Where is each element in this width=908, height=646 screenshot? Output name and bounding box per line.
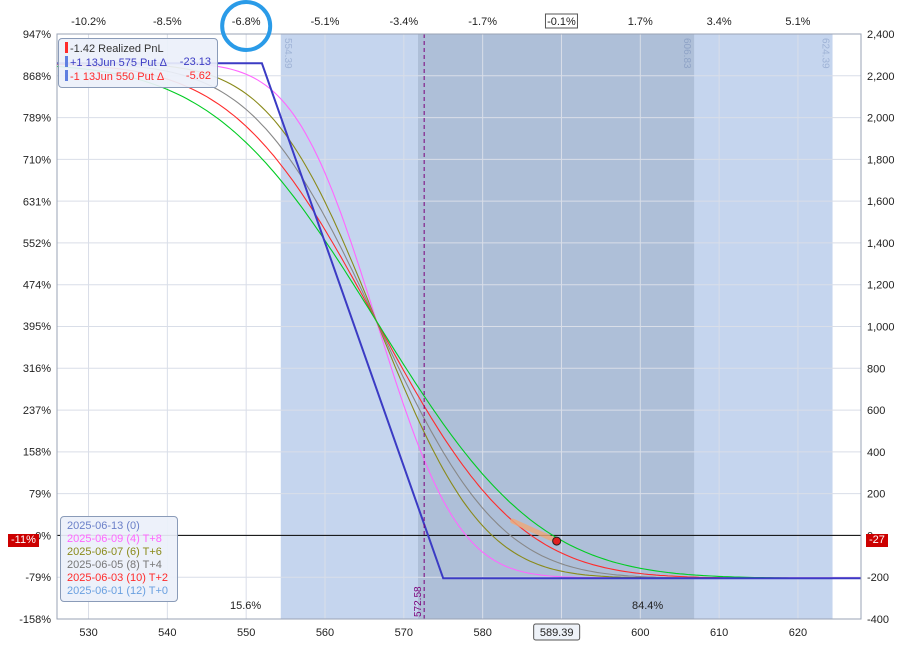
top-axis-label-8: 3.4%: [707, 16, 732, 28]
bottom-axis-label-5: 580: [473, 627, 491, 639]
position-legend-row: -1.42 Realized PnL: [65, 42, 211, 56]
right-axis-label-4: 1,600: [867, 196, 895, 208]
position-legend-row: +1 13Jun 575 Put Δ -23.13: [65, 56, 211, 70]
legend-value: -5.62: [185, 70, 211, 82]
left-axis-label-1: 868%: [23, 71, 51, 83]
right-axis-label-9: 600: [867, 405, 885, 417]
expiry-legend-row: 2025-06-03 (10) T+2: [67, 572, 169, 584]
right-axis-label-13: -200: [867, 572, 889, 584]
right-axis-label-14: -400: [867, 614, 889, 626]
expiry-legend-row: 2025-06-01 (12) T+0: [67, 585, 169, 597]
legend-value: -23.13: [179, 56, 211, 68]
left-axis-label-13: -79%: [25, 572, 51, 584]
bottom-axis-label-4: 570: [395, 627, 413, 639]
left-axis-label-8: 316%: [23, 363, 51, 375]
expiry-legend-row: 2025-06-13 (0): [67, 520, 140, 532]
expiry-legend-row: 2025-06-05 (8) T+4: [67, 559, 162, 571]
expiry-legend-row: 2025-06-07 (6) T+6: [67, 546, 162, 558]
right-current-tag: -27: [866, 534, 888, 547]
probability-right-label: 84.4%: [632, 600, 663, 612]
legend-label: +1 13Jun 575 Put Δ: [70, 57, 167, 69]
probability-left-label: 15.6%: [230, 600, 261, 612]
right-axis-label-8: 800: [867, 363, 885, 375]
bottom-axis-label-9: 620: [789, 627, 807, 639]
legend-label: -1 13Jun 550 Put Δ: [70, 71, 165, 83]
top-axis-label-3: -5.1%: [311, 16, 340, 28]
position-legend[interactable]: -1.42 Realized PnL +1 13Jun 575 Put Δ -23.…: [58, 38, 218, 88]
band-label-554: 554.39: [282, 38, 293, 69]
band-label-624: 624.39: [820, 38, 831, 69]
bottom-axis-label-7: 600: [631, 627, 649, 639]
left-axis-label-5: 552%: [23, 238, 51, 250]
expiry-legend-row: 2025-06-09 (4) T+8: [67, 533, 162, 545]
bottom-axis-label-0: 530: [79, 627, 97, 639]
top-axis-label-7: 1.7%: [628, 16, 653, 28]
left-axis-label-0: 947%: [23, 29, 51, 41]
top-axis-label-1: -8.5%: [153, 16, 182, 28]
legend-swatch: [65, 42, 68, 53]
bottom-axis-label-8: 610: [710, 627, 728, 639]
current-price-marker: [552, 536, 562, 546]
expiry-legend[interactable]: 2025-06-13 (0) 2025-06-09 (4) T+8 2025-06-…: [60, 516, 178, 602]
right-axis-label-7: 1,000: [867, 322, 895, 334]
top-axis-label-4: -3.4%: [389, 16, 418, 28]
right-axis-label-0: 2,400: [867, 29, 895, 41]
right-axis-label-6: 1,200: [867, 280, 895, 292]
right-axis-label-2: 2,000: [867, 113, 895, 125]
top-axis-label-5: -1.7%: [468, 16, 497, 28]
bottom-axis-label-1: 540: [158, 627, 176, 639]
left-current-tag: -11%: [8, 534, 39, 547]
left-axis-label-3: 710%: [23, 154, 51, 166]
top-axis-label-9: 5.1%: [785, 16, 810, 28]
top-axis-label-6: -0.1%: [547, 16, 576, 28]
top-axis-label-2: -6.8%: [232, 16, 261, 28]
left-axis-label-7: 395%: [23, 321, 51, 333]
left-axis-label-6: 474%: [23, 279, 51, 291]
bottom-axis-label-3: 560: [316, 627, 334, 639]
left-axis-label-2: 789%: [23, 113, 51, 125]
legend-swatch: [65, 70, 68, 81]
left-axis-label-4: 631%: [23, 196, 51, 208]
right-axis-label-1: 2,200: [867, 71, 895, 83]
left-axis-label-14: -158%: [19, 614, 51, 626]
band-label-606: 606.83: [681, 38, 692, 69]
legend-swatch: [65, 56, 68, 67]
left-axis-label-10: 158%: [23, 447, 51, 459]
bottom-axis-label-2: 550: [237, 627, 255, 639]
top-axis-label-0: -10.2%: [71, 16, 106, 28]
left-axis-label-11: 79%: [29, 489, 51, 501]
right-axis-label-10: 400: [867, 447, 885, 459]
position-legend-row: -1 13Jun 550 Put Δ -5.62: [65, 70, 211, 84]
legend-label: -1.42 Realized PnL: [70, 43, 164, 55]
right-axis-label-5: 1,400: [867, 238, 895, 250]
options-risk-chart: 554.39 606.83 624.39 572.58 15.6% 84.4% -10.2%…: [0, 0, 908, 641]
breakeven-label: 572.58: [413, 586, 424, 617]
right-axis-label-3: 1,800: [867, 154, 895, 166]
current-price-label: 589.39: [540, 627, 574, 639]
left-axis-label-9: 237%: [23, 405, 51, 417]
right-axis-label-11: 200: [867, 489, 885, 501]
